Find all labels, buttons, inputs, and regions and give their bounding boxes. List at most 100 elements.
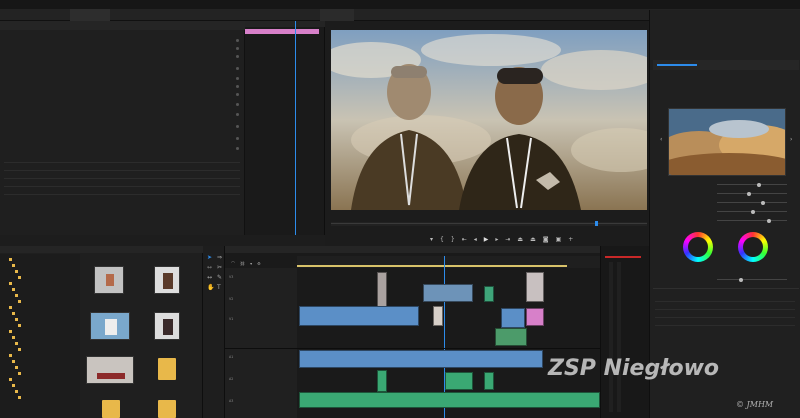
ripple-edit-tool-icon[interactable]: ⇿ xyxy=(207,264,214,271)
tab-markers[interactable] xyxy=(388,9,422,21)
slider-handle[interactable] xyxy=(747,191,751,196)
bin-thumbnail[interactable] xyxy=(90,312,130,340)
keyframe-icon[interactable] xyxy=(236,76,239,80)
mark-out-icon[interactable]: } xyxy=(451,236,455,243)
timeline-settings-icon[interactable]: ⚙ xyxy=(257,261,261,267)
selection-tool-icon[interactable]: ➤ xyxy=(207,254,214,261)
video-clip[interactable] xyxy=(495,328,527,346)
lumetri-slider[interactable] xyxy=(717,218,787,223)
tab-workspace[interactable] xyxy=(290,9,320,21)
audio-clip[interactable] xyxy=(445,372,473,390)
tab-audio-clip-mixer[interactable] xyxy=(110,9,146,21)
comparison-view-icon[interactable]: ▣ xyxy=(556,236,562,243)
work-area-bar[interactable] xyxy=(297,265,567,267)
program-scrubber[interactable] xyxy=(331,221,647,226)
shadow-tint-wheel[interactable] xyxy=(683,232,713,262)
mark-in-icon[interactable]: { xyxy=(440,236,444,243)
tab-effect-controls[interactable] xyxy=(70,8,110,21)
audio-clip[interactable] xyxy=(377,370,387,392)
tab-text[interactable] xyxy=(250,9,268,21)
tab-source[interactable] xyxy=(0,9,70,21)
video-clip[interactable] xyxy=(299,306,419,326)
video-frame-image xyxy=(331,30,647,210)
tab-captions[interactable] xyxy=(268,9,290,21)
wheel-center[interactable] xyxy=(688,237,708,257)
folder-icon[interactable] xyxy=(158,358,176,380)
wheel-center[interactable] xyxy=(743,237,763,257)
lift-icon[interactable]: ⏏ xyxy=(517,236,523,243)
look-prev-icon[interactable]: ‹ xyxy=(660,136,662,143)
slip-tool-icon[interactable]: ↔ xyxy=(207,274,214,281)
slider-handle[interactable] xyxy=(767,218,771,223)
video-clip[interactable] xyxy=(501,308,525,328)
go-to-in-icon[interactable]: ⇤ xyxy=(462,236,467,243)
folder-icon[interactable] xyxy=(102,400,120,418)
scrubber-playhead[interactable] xyxy=(595,221,598,226)
lumetri-tab-strip[interactable] xyxy=(653,60,799,70)
folder-icon xyxy=(15,365,18,369)
audio-clip[interactable] xyxy=(484,372,494,390)
tree-item[interactable] xyxy=(3,394,79,400)
step-back-icon[interactable]: ◂ xyxy=(474,236,477,243)
bin-thumbnail[interactable] xyxy=(154,312,180,340)
video-clip[interactable] xyxy=(526,272,544,302)
lumetri-slider[interactable] xyxy=(717,182,787,187)
extract-icon[interactable]: ⏏ xyxy=(530,236,536,243)
tab-program[interactable] xyxy=(320,8,354,21)
lumetri-slider[interactable] xyxy=(717,191,787,196)
bin-thumbnail[interactable] xyxy=(154,266,180,294)
lumetri-slider[interactable] xyxy=(717,200,787,205)
keyframe-icon[interactable] xyxy=(236,66,239,70)
mini-clip-bar[interactable] xyxy=(245,29,319,34)
pen-tool-icon[interactable]: ✎ xyxy=(217,274,224,281)
slider-handle[interactable] xyxy=(739,277,743,282)
keyframe-icon[interactable] xyxy=(236,38,239,42)
step-forward-icon[interactable]: ▸ xyxy=(495,236,498,243)
export-frame-icon[interactable]: ◙ xyxy=(543,236,549,243)
track-select-tool-icon[interactable]: ⇒ xyxy=(217,254,224,261)
play-icon[interactable]: ▶ xyxy=(484,236,489,243)
audio-clip[interactable] xyxy=(299,392,600,408)
folder-icon[interactable] xyxy=(158,400,176,418)
go-to-out-icon[interactable]: ⇥ xyxy=(505,236,510,243)
keyframe-icon[interactable] xyxy=(236,46,239,50)
linked-selection-icon[interactable]: ⛓ xyxy=(240,261,245,267)
razor-tool-icon[interactable]: ✂ xyxy=(217,264,224,271)
slider-handle[interactable] xyxy=(751,209,755,214)
keyframe-icon[interactable] xyxy=(236,146,239,150)
timeline-panel: ⌒ ⛓ ▾ ⚙ V3 V2 V1 A1 A2 A3 xyxy=(225,246,600,418)
snap-icon[interactable]: ⌒ xyxy=(231,261,235,267)
keyframe-icon[interactable] xyxy=(236,136,239,140)
bin-thumbnail[interactable] xyxy=(86,356,134,384)
creative-look-preview[interactable] xyxy=(668,108,786,176)
tab-metadata[interactable] xyxy=(206,9,250,21)
video-clip[interactable] xyxy=(484,286,494,302)
add-marker-icon[interactable]: ▾ xyxy=(430,236,433,243)
add-marker-icon[interactable]: ▾ xyxy=(250,261,252,267)
mini-playhead[interactable] xyxy=(295,21,296,235)
keyframe-icon[interactable] xyxy=(236,102,239,106)
keyframe-icon[interactable] xyxy=(236,112,239,116)
timeline-ruler[interactable] xyxy=(297,256,600,268)
look-next-icon[interactable]: › xyxy=(790,136,792,143)
hand-tool-icon[interactable]: ✋ xyxy=(207,284,214,291)
tab-audio-track-mixer[interactable] xyxy=(146,9,206,21)
video-clip[interactable] xyxy=(423,284,473,302)
highlight-tint-wheel[interactable] xyxy=(738,232,768,262)
video-clip[interactable] xyxy=(433,306,443,326)
type-tool-icon[interactable]: T xyxy=(217,284,224,291)
keyframe-icon[interactable] xyxy=(236,84,239,88)
lumetri-slider[interactable] xyxy=(717,277,787,282)
keyframe-icon[interactable] xyxy=(236,124,239,128)
keyframe-icon[interactable] xyxy=(236,54,239,58)
effect-controls-timeline[interactable] xyxy=(245,21,325,235)
tab-reference[interactable] xyxy=(354,9,388,21)
keyframe-icon[interactable] xyxy=(236,92,239,96)
bin-thumbnail[interactable] xyxy=(94,266,124,294)
video-clip[interactable] xyxy=(526,308,544,326)
button-editor-icon[interactable]: + xyxy=(568,236,573,243)
lumetri-slider[interactable] xyxy=(717,209,787,214)
slider-handle[interactable] xyxy=(757,182,761,187)
slider-handle[interactable] xyxy=(761,200,765,205)
audio-clip[interactable] xyxy=(299,350,543,368)
